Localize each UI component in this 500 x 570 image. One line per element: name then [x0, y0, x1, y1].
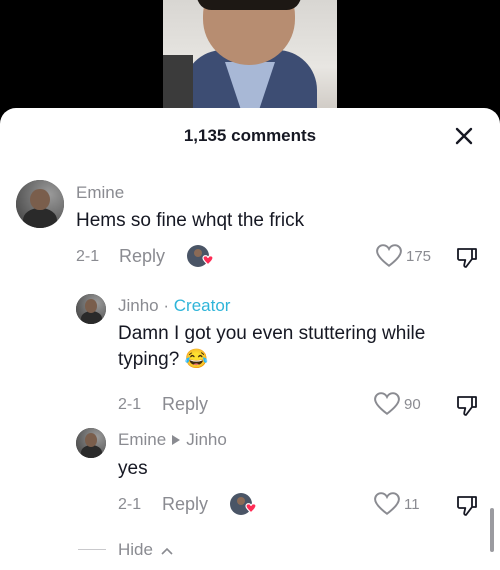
comment-text: Damn I got you even stuttering while typ…: [118, 323, 426, 370]
separator: ·: [163, 296, 170, 315]
like-button[interactable]: 175: [376, 244, 431, 268]
comments-sheet: 1,135 comments Emine Hems so fine whqt t…: [0, 108, 500, 570]
like-button[interactable]: 11: [374, 492, 420, 516]
reply-button[interactable]: Reply: [162, 394, 208, 415]
like-count: 11: [404, 495, 420, 513]
hide-replies-button[interactable]: Hide: [118, 540, 173, 560]
heart-icon: [374, 392, 400, 415]
dislike-icon[interactable]: [455, 494, 479, 518]
reply-button[interactable]: Reply: [162, 494, 208, 515]
comment-author[interactable]: Jinho · Creator: [118, 296, 230, 316]
reply-to-name[interactable]: Jinho: [186, 430, 227, 450]
comment-date: 2-1: [118, 396, 142, 413]
divider: [78, 549, 106, 550]
comment-text: Hems so fine whqt the frick: [76, 210, 305, 231]
comment-author[interactable]: Emine: [76, 183, 124, 203]
dislike-icon[interactable]: [455, 246, 479, 270]
like-count: 90: [404, 395, 421, 413]
creator-liked-icon: [187, 245, 214, 267]
like-button[interactable]: 90: [374, 392, 421, 416]
heart-icon: [374, 492, 400, 515]
reply-button[interactable]: Reply: [119, 246, 165, 267]
reply-arrow-icon: [172, 435, 181, 445]
dislike-icon[interactable]: [455, 394, 479, 418]
video-background[interactable]: [0, 0, 500, 120]
creator-badge: Creator: [173, 296, 231, 315]
comment-text: yes: [118, 458, 148, 479]
comment-author[interactable]: Emine Jinho: [118, 430, 227, 450]
heart-icon: [376, 244, 402, 267]
video-thumbnail: [163, 0, 337, 112]
creator-liked-icon: [230, 493, 257, 515]
author-name[interactable]: Emine: [118, 430, 166, 450]
scrollbar[interactable]: [490, 508, 494, 552]
avatar[interactable]: [76, 428, 106, 458]
comment-date: 2-1: [76, 248, 100, 265]
chevron-up-icon: [161, 547, 173, 555]
like-count: 175: [406, 247, 432, 265]
close-icon[interactable]: [452, 124, 476, 148]
avatar[interactable]: [76, 294, 106, 324]
avatar[interactable]: [16, 180, 64, 228]
author-name[interactable]: Jinho: [118, 296, 159, 315]
comment-count-title: 1,135 comments: [183, 126, 317, 145]
comment-date: 2-1: [118, 496, 142, 513]
hide-label: Hide: [118, 540, 153, 559]
